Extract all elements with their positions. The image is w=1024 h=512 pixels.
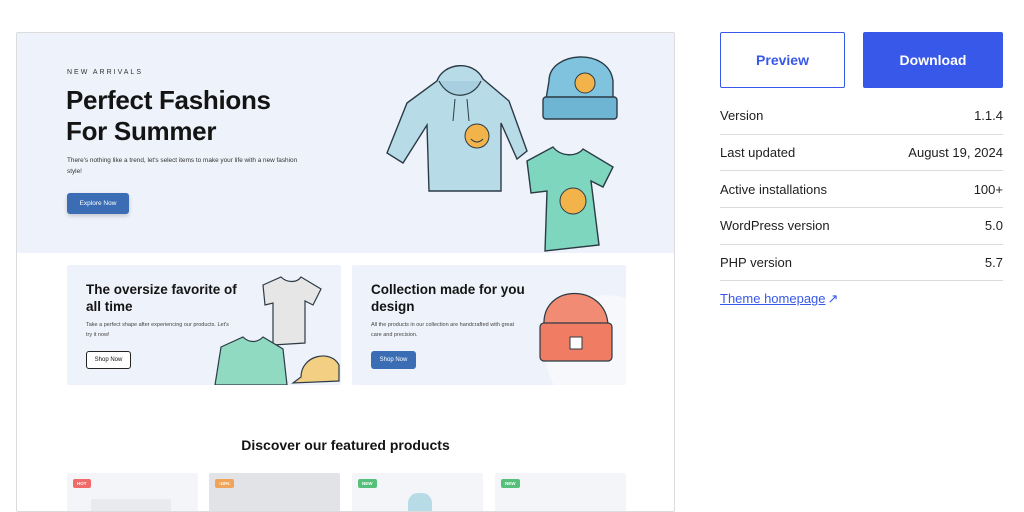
hoodie-illustration [386,64,528,192]
beanie-illustration [539,293,626,385]
meta-row-active-installations: Active installations 100+ [720,171,1003,209]
meta-value: 100+ [973,181,1003,197]
meta-label: Last updated [720,145,796,161]
preview-button[interactable]: Preview [720,32,845,88]
product-badge: HOT [73,479,91,488]
meta-row-wordpress-version: WordPress version 5.0 [720,208,1003,245]
product-card: -10% [209,473,340,511]
promo-card-oversize: The oversize favorite of all time Take a… [67,265,341,385]
download-button[interactable]: Download [863,32,1003,88]
external-link-icon: ↗ [827,291,839,306]
meta-label: Active installations [720,181,827,197]
product-image [91,499,171,511]
theme-homepage-label: Theme homepage [720,291,826,306]
theme-homepage-link[interactable]: Theme homepage ↗ [720,291,838,307]
product-badge: NEW [501,479,520,488]
hero-subtitle: There's nothing like a trend, let's sele… [67,157,298,175]
promo-card-collection: Collection made for you design All the p… [352,265,626,385]
tshirt-illustration [526,146,614,252]
meta-row-php-version: PHP version 5.7 [720,245,1003,282]
tshirt-sweater-cap-illustration [214,276,340,385]
meta-value: 5.7 [984,255,1003,271]
meta-label: WordPress version [720,218,830,234]
hero-title: Perfect Fashions For Summer [66,85,346,147]
meta-value: 5.0 [984,218,1003,234]
meta-row-last-updated: Last updated August 19, 2024 [720,135,1003,172]
product-card: NEW [495,473,626,511]
featured-products-heading: Discover our featured products [241,437,450,453]
hero-section: NEW ARRIVALS Perfect Fashions For Summer… [17,33,674,253]
shop-now-button: Shop Now [86,351,131,369]
shop-now-button: Shop Now [371,351,416,369]
explore-now-button: Explore Now [67,193,129,214]
hero-title-line-1: Perfect Fashions [66,85,271,115]
theme-meta-list: Version 1.1.4 Last updated August 19, 20… [720,98,1003,282]
beanie-illustration [542,56,618,120]
hero-clothing-illustration [386,56,618,252]
theme-screenshot: NEW ARRIVALS Perfect Fashions For Summer… [16,32,675,512]
product-badge: -10% [215,479,234,488]
meta-label: Version [720,108,764,124]
product-card: NEW [352,473,483,511]
meta-value: 1.1.4 [974,108,1003,124]
meta-label: PHP version [720,255,793,271]
hero-eyebrow: NEW ARRIVALS [67,69,143,76]
meta-row-version: Version 1.1.4 [720,98,1003,135]
meta-value: August 19, 2024 [908,145,1003,161]
hero-title-line-2: For Summer [66,116,217,146]
product-badge: NEW [358,479,377,488]
product-card: HOT [67,473,198,511]
